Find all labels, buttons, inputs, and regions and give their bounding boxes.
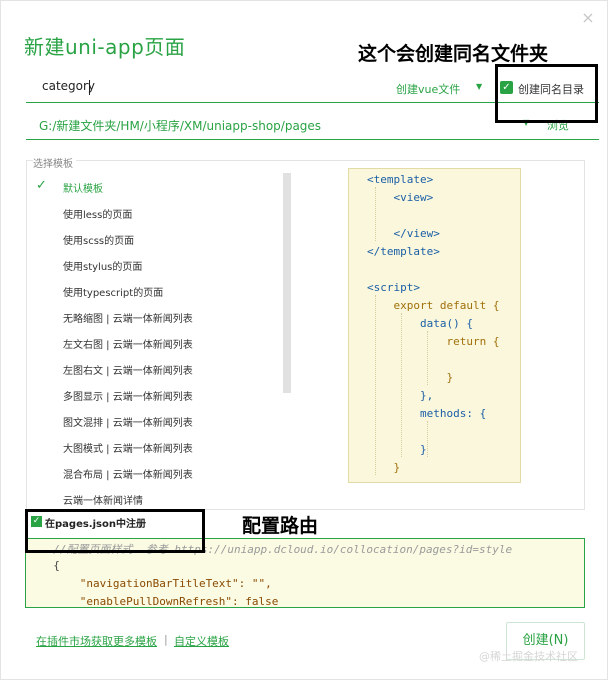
new-page-dialog: × 新建uni-app页面 这个会创建同名文件夹 创建vue文件 ▼ ✓ 创建同… [0, 0, 608, 680]
code-line: } [367, 443, 427, 456]
watermark: @稀土掘金技术社区 [479, 650, 578, 663]
template-item-label: 图文混排 | 云端一体新闻列表 [63, 418, 193, 429]
scrollbar-thumb[interactable] [283, 173, 291, 393]
code-line: }, [367, 389, 434, 402]
template-item-label: 左图右文 | 云端一体新闻列表 [63, 366, 193, 377]
custom-template-link[interactable]: 自定义模板 [174, 633, 229, 649]
json-line: "navigationBarTitleText": "", [40, 577, 272, 590]
template-item[interactable]: 左文右图 | 云端一体新闻列表 [31, 333, 281, 353]
code-line: } [367, 371, 454, 384]
code-line: data() { [367, 317, 473, 330]
code-line: return { [367, 335, 500, 348]
indent-guide [427, 421, 428, 457]
template-item[interactable]: 图文混排 | 云端一体新闻列表 [31, 411, 281, 431]
template-item[interactable]: 使用typescript的页面 [31, 281, 281, 301]
text-caret [89, 80, 90, 95]
template-item[interactable]: 云端一体新闻详情 [31, 489, 281, 507]
template-item-label: 左文右图 | 云端一体新闻列表 [63, 340, 193, 351]
template-item[interactable]: 混合布局 | 云端一体新闻列表 [31, 463, 281, 483]
template-item[interactable]: 多图显示 | 云端一体新闻列表 [31, 385, 281, 405]
template-item-label: 默认模板 [63, 184, 103, 195]
template-item-label: 混合布局 | 云端一体新闻列表 [63, 470, 193, 481]
json-line: { [40, 559, 60, 572]
annotation-box-register-pages [25, 509, 205, 553]
annotation-box-same-dir [495, 64, 598, 123]
page-name-input[interactable] [42, 79, 242, 93]
template-item-label: 使用typescript的页面 [63, 288, 164, 299]
template-item-label: 多图显示 | 云端一体新闻列表 [63, 392, 193, 403]
code-line: } [367, 461, 401, 474]
code-line: export default { [367, 299, 500, 312]
template-item[interactable]: 使用stylus的页面 [31, 255, 281, 275]
code-line: </view> [367, 227, 440, 240]
json-line: "enablePullDownRefresh": false [40, 595, 279, 608]
code-line: </template> [367, 245, 440, 258]
template-item-label: 无略缩图 | 云端一体新闻列表 [63, 314, 193, 325]
code-line: <view> [367, 191, 434, 204]
template-preview: <template> <view> </view> </template> <scr… [348, 168, 521, 483]
check-icon: ✓ [36, 178, 47, 193]
code-line: <template> [367, 173, 434, 186]
template-item-label: 使用scss的页面 [63, 236, 135, 247]
template-item-label: 使用stylus的页面 [63, 262, 143, 273]
template-item[interactable]: 大图模式 | 云端一体新闻列表 [31, 437, 281, 457]
template-item-label: 云端一体新闻详情 [63, 496, 143, 507]
path-select[interactable]: G:/新建文件夹/HM/小程序/XM/uniapp-shop/pages [39, 117, 321, 134]
template-list: ✓ 默认模板使用less的页面 使用scss的页面 使用stylus的页面使用type… [31, 173, 286, 507]
template-legend: 选择模板 [33, 155, 76, 170]
code-line: <script> [367, 281, 420, 294]
template-item[interactable]: 无略缩图 | 云端一体新闻列表 [31, 307, 281, 327]
close-icon[interactable]: × [579, 9, 597, 27]
chevron-down-icon[interactable]: ▼ [476, 82, 482, 91]
annotation-config-route: 配置路由 [242, 515, 319, 537]
template-item[interactable]: 左图右文 | 云端一体新闻列表 [31, 359, 281, 379]
link-separator: | [164, 633, 168, 646]
annotation-same-name-folder: 这个会创建同名文件夹 [358, 43, 549, 65]
file-type-select[interactable]: 创建vue文件 [396, 81, 460, 97]
dialog-title: 新建uni-app页面 [24, 35, 186, 59]
template-item[interactable]: 使用scss的页面 [31, 229, 281, 249]
plugin-market-link[interactable]: 在插件市场获取更多模板 [36, 633, 157, 649]
template-item[interactable]: 使用less的页面 [31, 203, 281, 223]
template-item-label: 大图模式 | 云端一体新闻列表 [63, 444, 193, 455]
template-item[interactable]: ✓ 默认模板 [31, 177, 281, 197]
template-item-label: 使用less的页面 [63, 210, 133, 221]
template-list-scrollbar[interactable] [283, 173, 291, 393]
code-line: methods: { [367, 407, 487, 420]
